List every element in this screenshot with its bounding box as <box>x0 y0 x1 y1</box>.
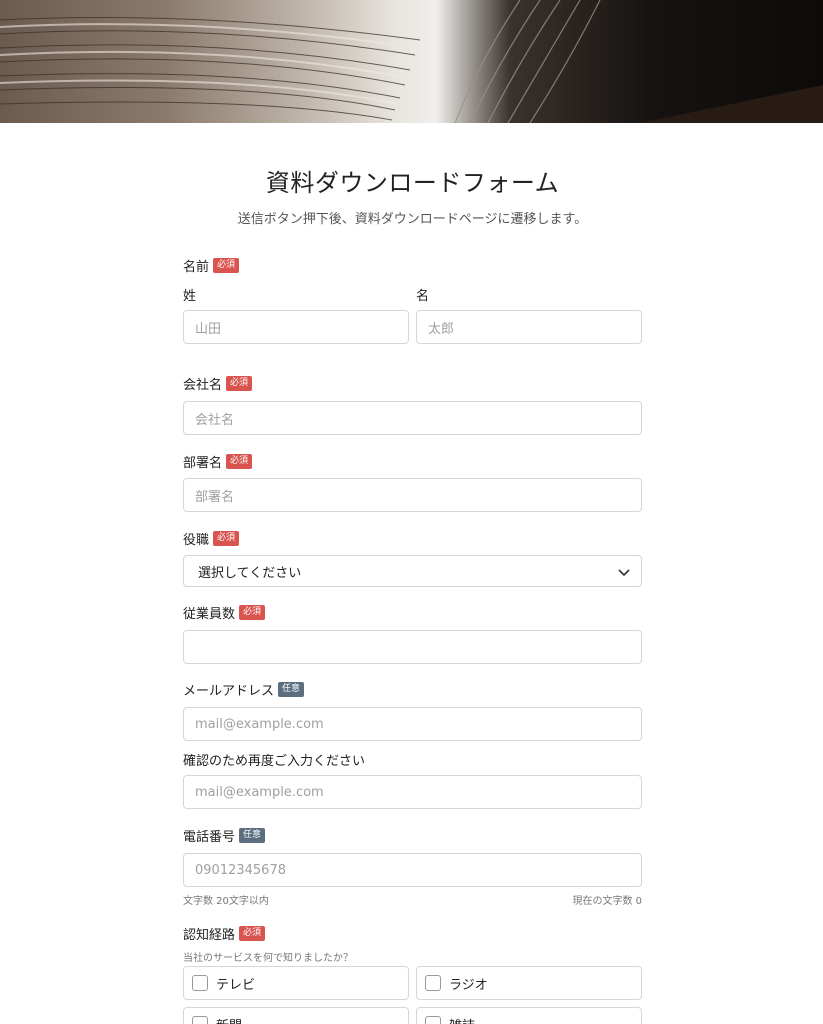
required-badge: 必須 <box>213 258 240 273</box>
company-label-text: 会社名 <box>183 378 223 393</box>
first-name-input[interactable]: 太郎 <box>416 310 642 344</box>
checkbox-icon <box>192 1016 208 1024</box>
source-help: 当社のサービスを何で知りましたか？ <box>183 953 353 964</box>
source-option-tv[interactable]: テレビ <box>183 966 409 1000</box>
source-option-magazine[interactable]: 雑誌 <box>416 1007 642 1024</box>
checkbox-icon <box>192 975 208 991</box>
source-label-text: 認知経路 <box>183 928 236 943</box>
department-label: 部署名 必須 <box>183 452 253 471</box>
checkbox-icon <box>425 1016 441 1024</box>
position-label-text: 役職 <box>183 533 210 548</box>
first-name-placeholder: 太郎 <box>428 321 455 337</box>
optional-badge: 任意 <box>239 828 266 843</box>
first-name-label: 名 <box>416 289 430 304</box>
department-placeholder: 部署名 <box>195 489 235 505</box>
source-option-label: ラジオ <box>449 977 488 993</box>
hero-book-image <box>0 0 823 123</box>
employees-label: 従業員数 必須 <box>183 603 266 622</box>
required-badge: 必須 <box>226 454 253 469</box>
position-select[interactable]: 選択してください <box>183 555 642 587</box>
position-label: 役職 必須 <box>183 529 240 548</box>
department-input[interactable]: 部署名 <box>183 478 642 512</box>
employees-label-text: 従業員数 <box>183 607 236 622</box>
last-name-label: 姓 <box>183 289 197 304</box>
form-subtitle: 送信ボタン押下後、資料ダウンロードページに遷移します。 <box>237 212 588 227</box>
phone-placeholder: 09012345678 <box>195 862 286 878</box>
email-confirm-label: 確認のため再度ご入力ください <box>183 754 366 769</box>
source-option-newspaper[interactable]: 新聞 <box>183 1007 409 1024</box>
email-confirm-input[interactable]: mail@example.com <box>183 775 642 809</box>
checkbox-icon <box>425 975 441 991</box>
last-name-placeholder: 山田 <box>195 321 222 337</box>
email-confirm-placeholder: mail@example.com <box>195 784 324 800</box>
email-label: メールアドレス 任意 <box>183 680 305 699</box>
last-name-input[interactable]: 山田 <box>183 310 409 344</box>
source-option-label: 雑誌 <box>449 1015 475 1024</box>
email-placeholder: mail@example.com <box>195 716 324 732</box>
source-label: 認知経路 必須 <box>183 924 266 943</box>
email-input[interactable]: mail@example.com <box>183 707 642 741</box>
employees-input[interactable] <box>183 630 642 664</box>
source-option-radio[interactable]: ラジオ <box>416 966 642 1000</box>
source-option-label: 新聞 <box>216 1015 242 1024</box>
source-option-label: テレビ <box>216 977 256 993</box>
required-badge: 必須 <box>239 605 266 620</box>
department-label-text: 部署名 <box>183 456 223 471</box>
company-placeholder: 会社名 <box>195 412 235 428</box>
phone-char-count: 現在の文字数 0 <box>572 896 642 907</box>
name-label-text: 名前 <box>183 260 210 275</box>
company-label: 会社名 必須 <box>183 374 253 393</box>
name-label: 名前 必須 <box>183 256 240 275</box>
required-badge: 必須 <box>226 376 253 391</box>
phone-label: 電話番号 任意 <box>183 826 266 845</box>
form-title: 資料ダウンロードフォーム <box>265 169 560 197</box>
phone-input[interactable]: 09012345678 <box>183 853 642 887</box>
company-input[interactable]: 会社名 <box>183 401 642 435</box>
optional-badge: 任意 <box>278 682 305 697</box>
chevron-down-icon <box>618 569 630 577</box>
email-label-text: メールアドレス <box>183 684 275 699</box>
position-selected-value: 選択してください <box>198 565 302 581</box>
phone-char-limit: 文字数 20文字以内 <box>183 896 269 907</box>
required-badge: 必須 <box>213 531 240 546</box>
phone-label-text: 電話番号 <box>183 830 236 845</box>
required-badge: 必須 <box>239 926 266 941</box>
